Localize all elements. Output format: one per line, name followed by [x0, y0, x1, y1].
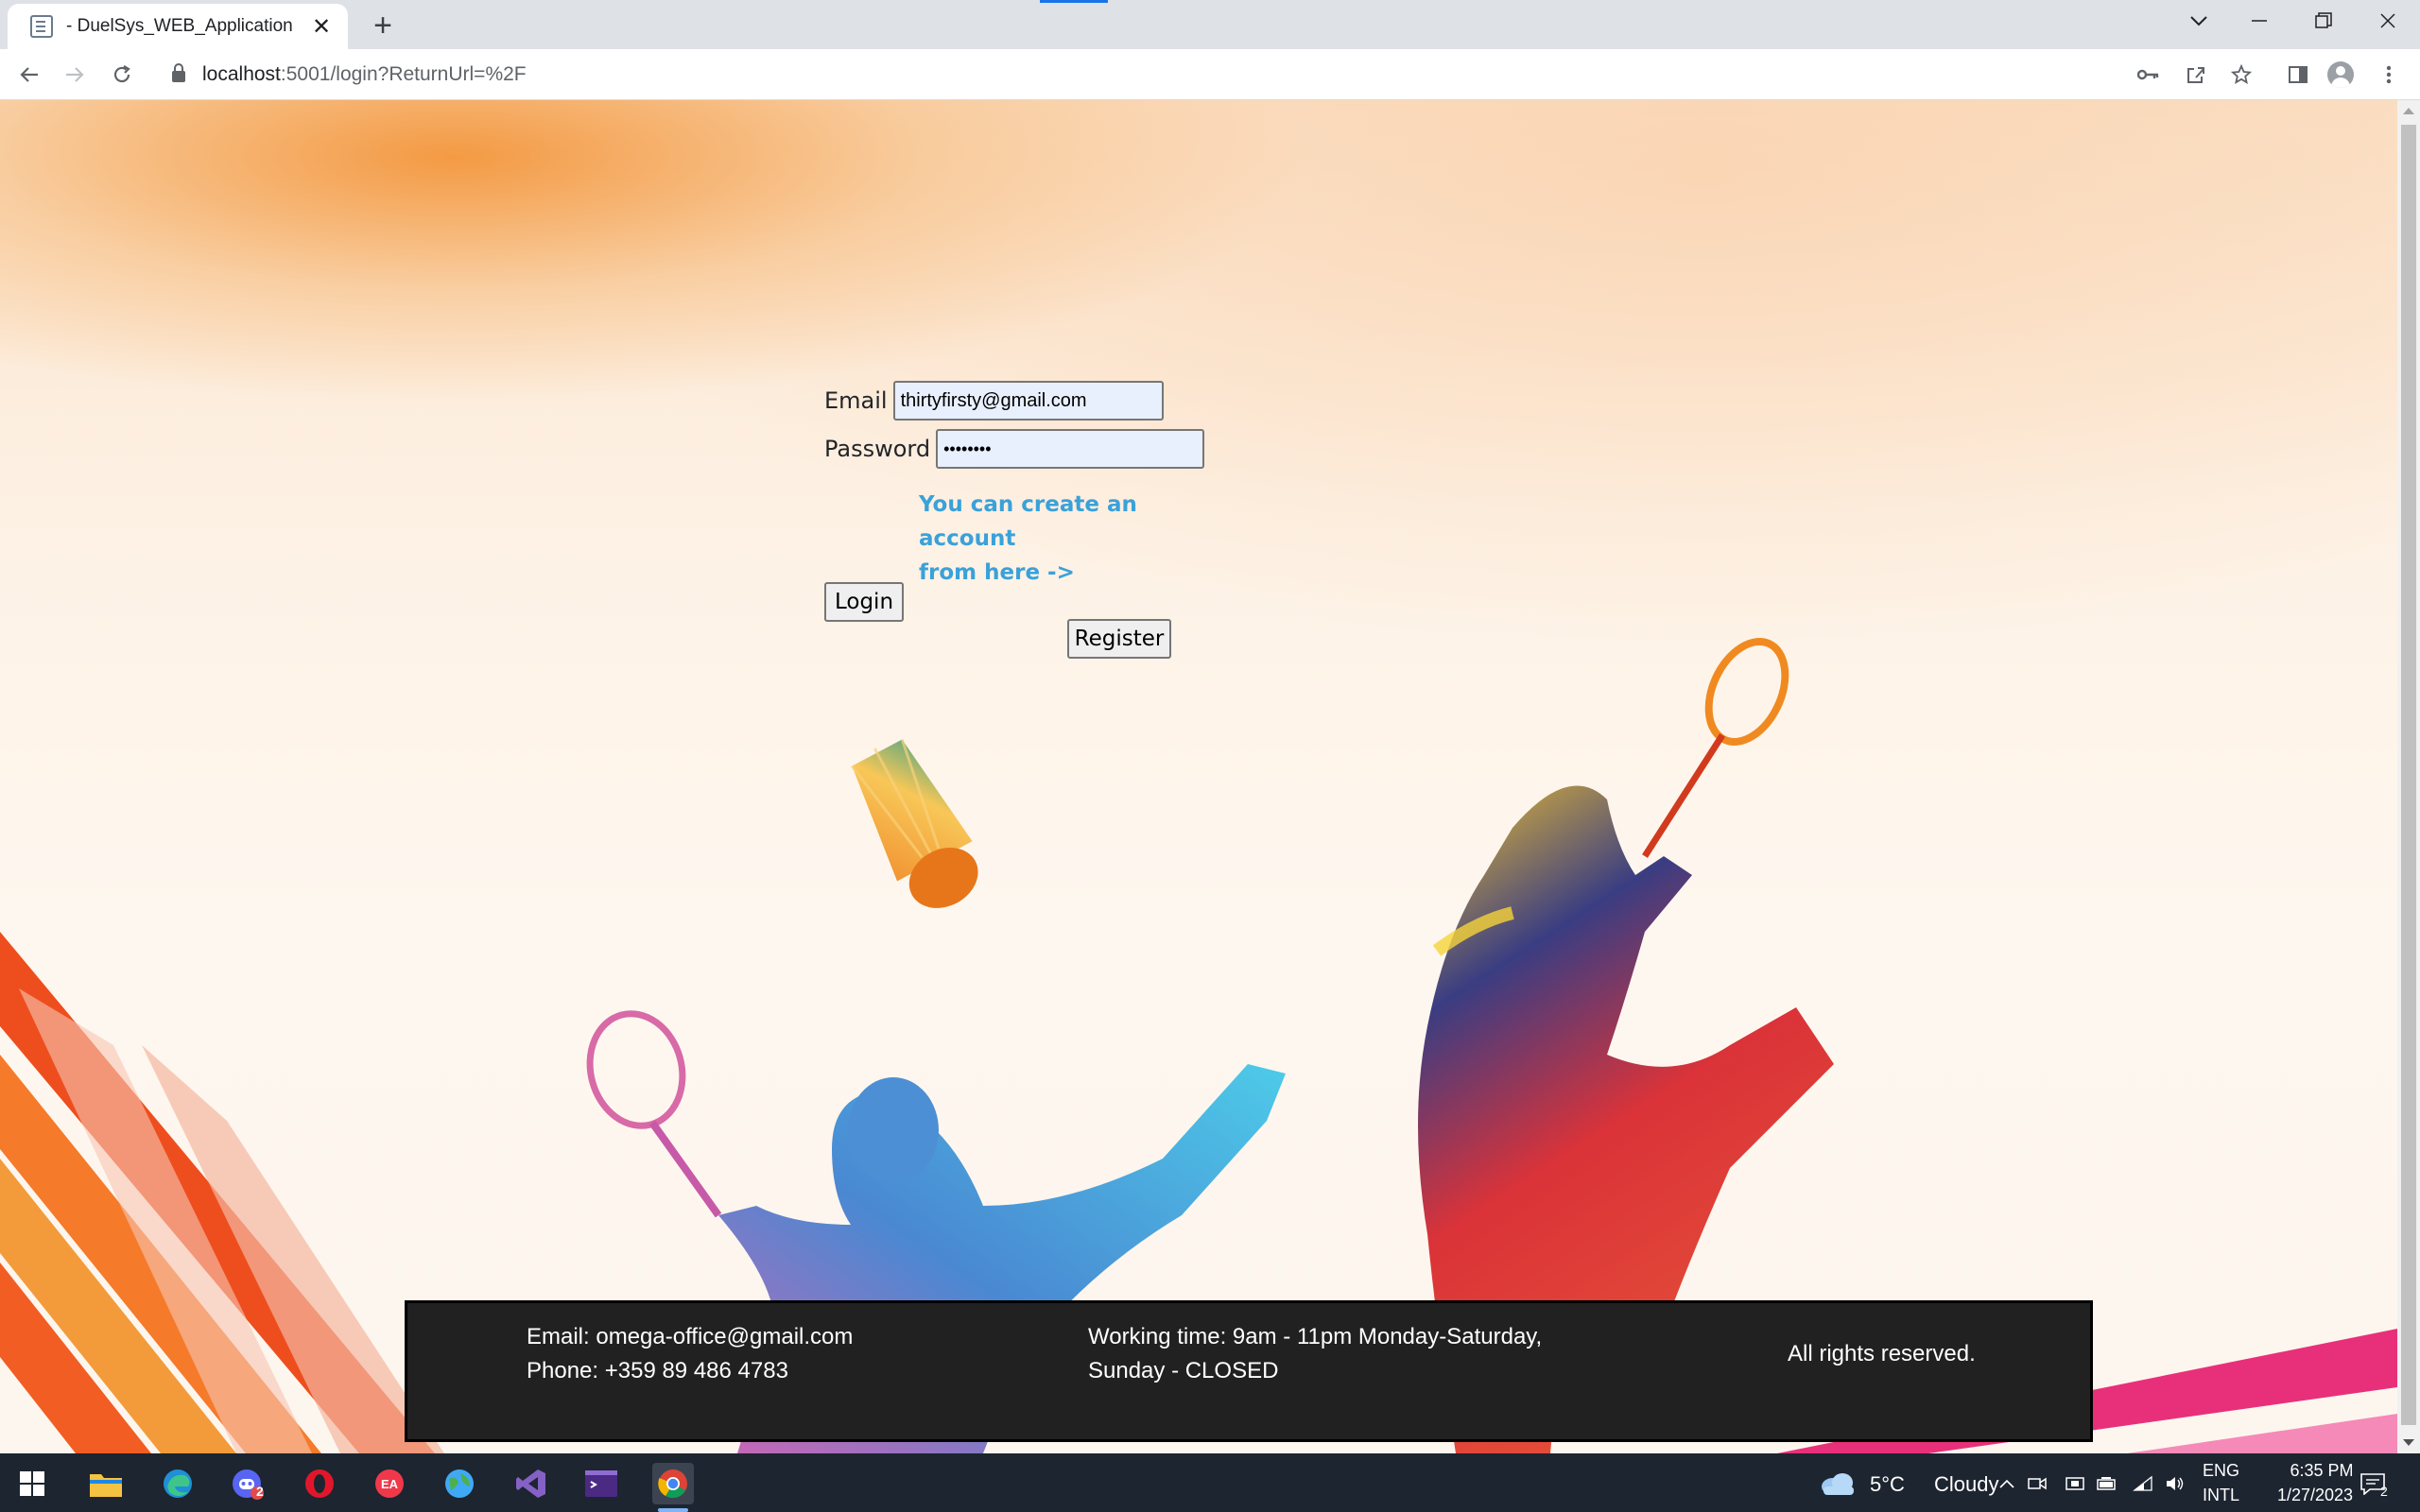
discord-badge-count: 2 — [256, 1484, 264, 1499]
tab-title: - DuelSys_WEB_Application — [66, 16, 293, 36]
lock-icon[interactable] — [172, 63, 185, 82]
url-path: :5001/login?ReturnUrl=%2F — [280, 63, 527, 85]
register-row: Register — [1067, 619, 1171, 659]
login-row: Login — [824, 582, 904, 622]
footer-hours-line1: Working time: 9am - 11pm Monday-Saturday… — [1088, 1324, 1543, 1349]
page-scrollbar[interactable] — [2397, 100, 2420, 1453]
discord-icon[interactable]: 2 — [227, 1463, 268, 1504]
footer-hours-line2: Sunday - CLOSED — [1088, 1358, 1279, 1383]
meet-now-icon[interactable] — [2023, 1463, 2051, 1504]
screen-capture-icon[interactable] — [2061, 1463, 2089, 1504]
address-bar[interactable]: localhost:5001/login?ReturnUrl=%2F — [155, 55, 2131, 94]
register-hint-line1: You can create an account — [919, 492, 1137, 551]
windows-start-icon[interactable] — [11, 1463, 53, 1504]
visual-studio-icon[interactable] — [510, 1463, 552, 1504]
tab-close-icon[interactable]: ✕ — [308, 13, 335, 40]
weather-temperature[interactable]: 5°C — [1870, 1472, 1905, 1497]
opera-icon[interactable] — [299, 1463, 340, 1504]
globe-browser-icon[interactable] — [439, 1463, 480, 1504]
tab-search-indicator — [1040, 0, 1108, 3]
tray-overflow-chevron-icon[interactable] — [1993, 1463, 2021, 1504]
tab-strip: - DuelSys_WEB_Application ✕ + — [0, 0, 2420, 49]
password-row: Password — [824, 429, 1205, 469]
close-window-button[interactable] — [2356, 0, 2420, 42]
footer-rights: All rights reserved. — [1788, 1341, 1976, 1366]
password-key-icon[interactable] — [2133, 59, 2165, 91]
bookmark-star-icon[interactable] — [2225, 59, 2257, 91]
chrome-icon[interactable] — [652, 1463, 694, 1512]
page-viewport: Email Password Login You can create an a… — [0, 100, 2397, 1453]
reload-button[interactable] — [104, 57, 140, 93]
volume-icon[interactable] — [2161, 1463, 2189, 1504]
browser-tab-active[interactable]: - DuelSys_WEB_Application ✕ — [8, 4, 348, 49]
window-controls — [2170, 0, 2420, 42]
minimize-button[interactable] — [2227, 0, 2291, 42]
battery-icon[interactable] — [2093, 1463, 2121, 1504]
browser-toolbar: localhost:5001/login?ReturnUrl=%2F — [0, 49, 2420, 100]
browser-menu-icon[interactable] — [2373, 59, 2405, 91]
password-label: Password — [824, 436, 931, 462]
register-hint-line2: from here -> — [919, 560, 1075, 585]
password-input[interactable] — [936, 429, 1205, 469]
language-code[interactable]: ENG — [2203, 1461, 2239, 1481]
terminal-icon[interactable] — [580, 1463, 622, 1504]
ea-app-icon[interactable]: EA — [369, 1463, 410, 1504]
email-input[interactable] — [892, 381, 1164, 421]
site-footer: Email: omega-office@gmail.com Phone: +35… — [405, 1300, 2093, 1442]
page-favicon-icon — [30, 15, 53, 38]
svg-text:EA: EA — [381, 1477, 399, 1491]
footer-phone: Phone: +359 89 486 4783 — [527, 1358, 788, 1383]
badminton-background-illustration — [0, 638, 2397, 1453]
new-tab-button[interactable]: + — [367, 9, 399, 42]
back-button[interactable] — [11, 57, 47, 93]
weather-description[interactable]: Cloudy — [1934, 1472, 1998, 1497]
footer-hours: Working time: 9am - 11pm Monday-Saturday… — [1088, 1320, 1542, 1388]
email-row: Email — [824, 381, 1164, 421]
side-panel-icon[interactable] — [2282, 59, 2314, 91]
weather-cloud-icon[interactable] — [1819, 1463, 1857, 1504]
windows-taskbar: 2 EA 5°C Cloudy ENG INTL 6:35 PM 1/27/20… — [0, 1453, 2420, 1512]
scroll-up-arrow-icon[interactable] — [2403, 108, 2414, 114]
language-layout[interactable]: INTL — [2203, 1486, 2239, 1505]
scrollbar-thumb[interactable] — [2401, 125, 2416, 1425]
restore-button[interactable] — [2291, 0, 2356, 42]
edge-browser-icon[interactable] — [157, 1463, 199, 1504]
scroll-down-arrow-icon[interactable] — [2403, 1439, 2414, 1446]
forward-button[interactable] — [57, 57, 93, 93]
wifi-icon[interactable] — [2129, 1463, 2157, 1504]
register-hint: You can create an account from here -> — [919, 488, 1221, 590]
register-button[interactable]: Register — [1067, 619, 1171, 659]
footer-email: Email: omega-office@gmail.com — [527, 1324, 854, 1349]
login-button[interactable]: Login — [824, 582, 904, 622]
email-label: Email — [824, 387, 888, 414]
profile-avatar-icon[interactable] — [2327, 61, 2354, 88]
url-host: localhost — [202, 63, 281, 85]
tab-search-chevron-icon[interactable] — [2170, 0, 2227, 42]
footer-contact: Email: omega-office@gmail.com Phone: +35… — [527, 1320, 853, 1388]
notification-center-icon[interactable]: 2 — [2352, 1463, 2394, 1504]
share-icon[interactable] — [2180, 59, 2212, 91]
notification-count: 2 — [2380, 1484, 2388, 1499]
file-explorer-icon[interactable] — [85, 1463, 127, 1504]
